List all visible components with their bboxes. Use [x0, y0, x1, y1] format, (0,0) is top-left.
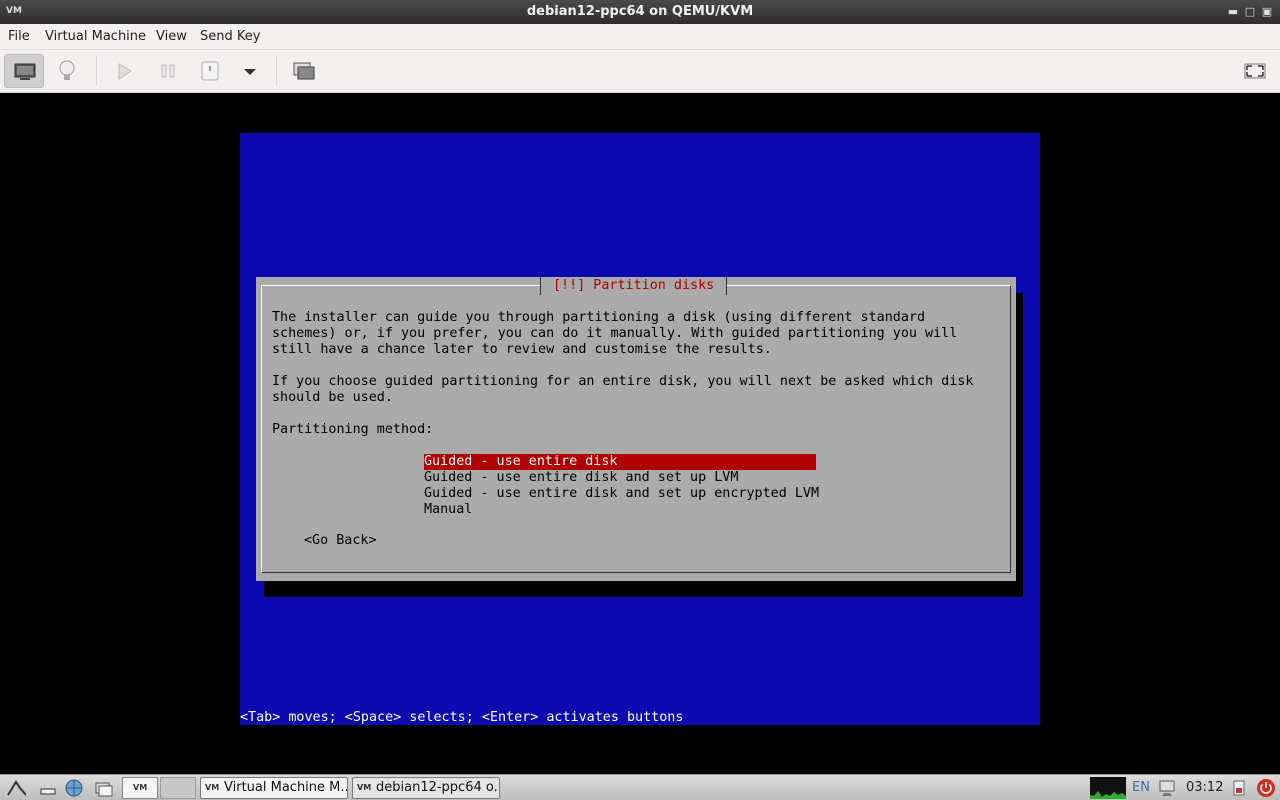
task-label: debian12-ppc64 o...: [376, 780, 500, 795]
installer-console[interactable]: [!!] Partition disks The installer can g…: [240, 133, 1040, 725]
pause-button[interactable]: [148, 54, 188, 88]
dialog-title: [!!] Partition disks: [540, 277, 728, 295]
paragraph-line: should be used.: [272, 390, 393, 405]
virt-manager-icon: VM: [205, 783, 220, 792]
power-icon[interactable]: [1256, 778, 1276, 798]
menubar: File Virtual Machine View Send Key: [0, 24, 1280, 50]
shutdown-menu-chevron-icon: [244, 69, 256, 75]
menu-view[interactable]: View: [156, 24, 187, 50]
task-virtual-machine-manager[interactable]: VM Virtual Machine M...: [200, 777, 348, 799]
shutdown-button[interactable]: [190, 54, 230, 88]
option-guided-lvm[interactable]: Guided - use entire disk and set up LVM: [424, 470, 816, 486]
fullscreen-icon: [1244, 63, 1266, 79]
snapshots-button[interactable]: [284, 54, 324, 88]
shutdown-icon: [201, 61, 219, 81]
browser-globe-icon[interactable]: [64, 778, 84, 798]
snapshots-icon: [293, 62, 315, 80]
cpu-monitor-icon: [1090, 777, 1126, 799]
task-debian12-ppc64[interactable]: VM debian12-ppc64 o...: [352, 777, 500, 799]
go-back-button[interactable]: <Go Back>: [304, 533, 377, 549]
option-guided-entire-disk[interactable]: Guided - use entire disk: [424, 454, 816, 470]
menu-send-key[interactable]: Send Key: [200, 24, 260, 50]
toolbar: [0, 50, 1280, 93]
run-button[interactable]: [104, 54, 144, 88]
pager-desktop-1[interactable]: VM: [122, 777, 158, 799]
virt-manager-icon: VM: [357, 783, 372, 792]
window-titlebar: VM debian12-ppc64 on QEMU/KVM ▬ □ ▣: [0, 0, 1280, 24]
pager-desktop-2[interactable]: [160, 777, 196, 799]
task-label: Virtual Machine M...: [224, 780, 348, 795]
clock[interactable]: 03:12: [1186, 775, 1223, 800]
battery-icon[interactable]: [1230, 779, 1248, 797]
network-icon[interactable]: [1158, 779, 1178, 797]
run-icon: [118, 63, 132, 80]
virt-manager-icon: VM: [133, 783, 148, 792]
start-menu-icon[interactable]: [6, 778, 26, 798]
maximize-icon[interactable]: □: [1243, 5, 1257, 19]
option-manual[interactable]: Manual: [424, 502, 816, 518]
window-title: debian12-ppc64 on QEMU/KVM: [526, 4, 754, 19]
toolbar-separator: [96, 56, 97, 86]
console-icon: [14, 63, 36, 80]
partition-dialog: [!!] Partition disks The installer can g…: [256, 277, 1016, 581]
paragraph-line: If you choose guided partitioning for an…: [272, 374, 974, 389]
details-button[interactable]: [47, 54, 87, 88]
pause-icon: [161, 64, 175, 78]
file-manager-icon[interactable]: [94, 778, 114, 798]
vm-display[interactable]: [!!] Partition disks The installer can g…: [0, 93, 1280, 774]
paragraph-line: schemes) or, if you prefer, you can do i…: [272, 326, 958, 341]
fullscreen-button[interactable]: [1235, 54, 1275, 88]
details-lightbulb-icon: [59, 60, 75, 80]
close-icon[interactable]: ▣: [1260, 5, 1274, 19]
keyboard-hint: <Tab> moves; <Space> selects; <Enter> ac…: [240, 710, 684, 725]
taskbar: VM VM Virtual Machine M... VM debian12-ppc…: [0, 774, 1280, 800]
paragraph-line: still have a chance later to review and …: [272, 342, 772, 357]
minimize-icon[interactable]: ▬: [1226, 5, 1240, 19]
show-desktop-icon[interactable]: [38, 778, 58, 798]
console-button[interactable]: [4, 54, 44, 88]
menu-virtual-machine[interactable]: Virtual Machine: [45, 24, 146, 50]
toolbar-separator: [276, 56, 277, 86]
menu-file[interactable]: File: [8, 24, 30, 50]
option-guided-encrypted-lvm[interactable]: Guided - use entire disk and set up encr…: [424, 486, 819, 502]
paragraph-line: The installer can guide you through part…: [272, 310, 926, 325]
keyboard-layout-indicator[interactable]: EN: [1132, 775, 1150, 800]
shutdown-menu-button[interactable]: [230, 54, 270, 88]
partitioning-method-prompt: Partitioning method:: [272, 422, 434, 437]
